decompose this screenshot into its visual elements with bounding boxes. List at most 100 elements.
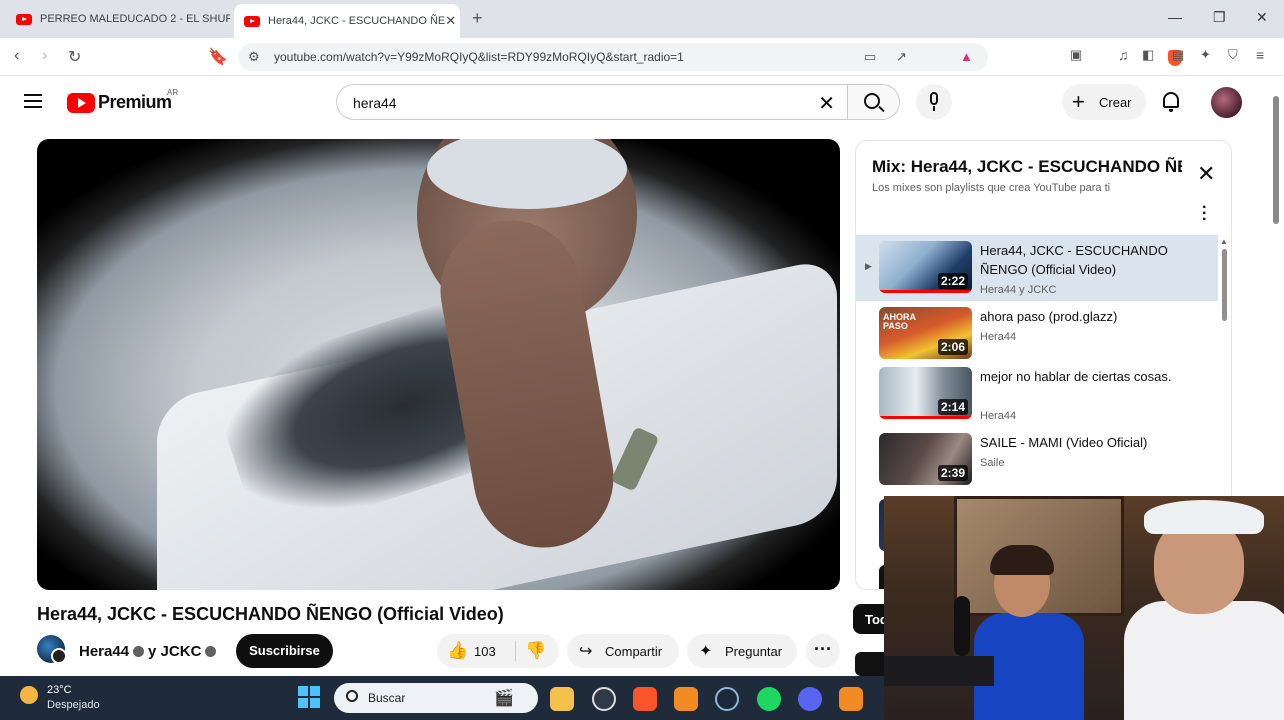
back-icon[interactable]: ‹ (14, 47, 19, 65)
notifications-bell-icon[interactable] (1163, 92, 1179, 112)
youtube-brand[interactable]: Premium (98, 92, 172, 113)
more-actions-icon[interactable]: ··· (806, 634, 840, 668)
playlist-item[interactable]: 2:14 mejor no hablar de ciertas cosas. H… (856, 361, 1218, 427)
share-arrow-icon: ↪ (579, 643, 593, 660)
weather-moon-icon[interactable] (20, 686, 38, 704)
brave-browser-icon[interactable] (633, 687, 657, 711)
country-code: AR (167, 88, 179, 97)
leo-ai-icon[interactable]: ✦ (1200, 47, 1211, 63)
duration-badge: 2:14 (937, 399, 968, 415)
windows-start-icon[interactable] (298, 686, 320, 708)
account-avatar[interactable] (1211, 87, 1242, 118)
webcam-person-left-hair (990, 545, 1054, 575)
recommended-thumbnail[interactable] (855, 652, 885, 676)
duration-badge: 2:39 (937, 465, 968, 481)
ask-label: Preguntar (725, 644, 783, 659)
browser-tab-2-active[interactable]: Hera44, JCKC - ESCUCHANDO ÑE ✕ (234, 4, 460, 38)
now-playing-icon: ▶ (865, 261, 872, 271)
ask-button[interactable]: ✦ Preguntar (687, 634, 797, 668)
maximize-icon[interactable]: ❐ (1213, 9, 1226, 26)
windows-logo-pane (310, 698, 320, 708)
playlist-menu-icon[interactable]: · · · (1202, 200, 1207, 228)
close-tab-icon[interactable]: ✕ (445, 13, 456, 29)
verified-badge-icon (205, 646, 217, 657)
bookmark-icon[interactable]: 🔖 (208, 47, 228, 67)
wallet-icon[interactable]: ▤ (1172, 47, 1184, 63)
channel-name[interactable]: Hera44 y JCKC (79, 643, 220, 660)
split-view-icon[interactable]: ◧ (1142, 47, 1154, 63)
clock-app-icon[interactable] (592, 687, 616, 711)
voice-search-button[interactable] (916, 84, 952, 120)
site-settings-icon[interactable]: ⚙ (248, 49, 260, 65)
search-button[interactable] (847, 84, 900, 120)
playlist-thumbnail: 2:22 (879, 241, 972, 293)
dislike-icon[interactable]: 👎 (525, 641, 546, 661)
minimize-icon[interactable]: — (1168, 9, 1182, 25)
playlist-item-title: Hera44, JCKC - ESCUCHANDO ÑENGO (Officia… (980, 243, 1168, 277)
spotify-icon[interactable] (757, 687, 781, 711)
brave-rewards-icon[interactable]: ▲ (960, 49, 973, 64)
file-explorer-icon[interactable] (550, 687, 574, 711)
channel-avatar-secondary[interactable] (51, 648, 67, 664)
close-playlist-icon[interactable]: ✕ (1197, 161, 1215, 187)
channel-name-secondary[interactable]: y JCKC (148, 643, 201, 660)
channel-name-primary[interactable]: Hera44 (79, 643, 129, 660)
video-player[interactable] (37, 139, 840, 590)
youtube-logo-icon[interactable] (67, 93, 95, 113)
media-icon[interactable]: ♫ (1118, 47, 1129, 63)
microphone-stand (933, 106, 935, 111)
fl-studio-icon[interactable] (674, 687, 698, 711)
clear-search-icon[interactable]: ✕ (818, 91, 835, 116)
watch-progress-bar (879, 416, 972, 419)
like-count[interactable]: 103 (474, 644, 496, 659)
url-text: youtube.com/watch?v=Y99zMoRQIyQ&list=RDY… (274, 50, 684, 64)
taskbar-search[interactable]: Buscar 🎬 (334, 683, 538, 713)
playlist-thumbnail: 2:39 (879, 433, 972, 485)
like-divider (515, 641, 516, 661)
search-input[interactable]: hera44 ✕ (336, 84, 848, 120)
windows-logo-pane (298, 698, 308, 708)
create-button[interactable]: + Crear (1062, 84, 1146, 120)
windows-logo-pane (298, 686, 308, 696)
forward-icon[interactable]: › (42, 47, 47, 65)
scroll-up-icon[interactable]: ▲ (1220, 237, 1228, 246)
microphone-icon (930, 92, 938, 105)
browser-tab-1[interactable]: PERREO MALEDUCADO 2 - EL SHUR... (6, 4, 230, 34)
playlist-thumbnail: AHORA PASO 2:06 (879, 307, 972, 359)
playlist-item[interactable]: AHORA PASO 2:06 ahora paso (prod.glazz) … (856, 301, 1218, 367)
reload-icon[interactable]: ↻ (68, 47, 81, 67)
plus-icon: + (1072, 89, 1085, 114)
menu-icon[interactable]: ≡ (1256, 47, 1264, 63)
weather-description[interactable]: Despejado (47, 699, 100, 711)
playlist-thumbnail: 2:14 (879, 367, 972, 419)
new-tab-icon[interactable]: + (472, 8, 483, 29)
playlist-item-title: ahora paso (prod.glazz) (980, 309, 1118, 324)
playlist-item[interactable]: 2:39 SAILE - MAMI (Video Oficial) Saile (856, 427, 1218, 493)
cast-icon[interactable]: ▭ (864, 49, 876, 65)
like-icon[interactable]: 👍 (447, 641, 468, 661)
playlist-scrollbar[interactable] (1222, 249, 1227, 321)
webcam-person-right-cap (1144, 500, 1264, 534)
weather-temperature[interactable]: 23°C (47, 684, 72, 696)
address-bar[interactable]: ⚙ youtube.com/watch?v=Y99zMoRQIyQ&list=R… (238, 43, 1182, 71)
playlist-item-title: SAILE - MAMI (Video Oficial) (980, 435, 1148, 450)
steam-icon[interactable] (715, 687, 739, 711)
playlist-title[interactable]: Mix: Hera44, JCKC - ESCUCHANDO ÑENGO (Of… (872, 157, 1182, 177)
browser-tab-strip: PERREO MALEDUCADO 2 - EL SHUR... Hera44,… (0, 0, 1284, 38)
close-window-icon[interactable]: ✕ (1256, 9, 1268, 26)
fl-studio-2-icon[interactable] (839, 687, 863, 711)
share-label: Compartir (605, 644, 663, 659)
page-scrollbar[interactable] (1273, 96, 1279, 224)
youtube-masthead: Premium AR hera44 ✕ + Crear (0, 76, 1284, 130)
windows-logo-pane (310, 686, 320, 696)
like-dislike-bar: 👍 103 👎 (437, 634, 559, 668)
vpn-icon[interactable]: ⛉ (1228, 47, 1238, 63)
discord-icon[interactable] (798, 687, 822, 711)
sidebar-icon[interactable]: ▣ (1070, 47, 1082, 63)
hamburger-menu-icon[interactable] (24, 94, 42, 108)
share-icon[interactable]: ↗ (896, 49, 907, 65)
share-button[interactable]: ↪ Compartir (567, 634, 679, 668)
subscribe-button[interactable]: Suscribirse (236, 634, 333, 668)
playlist-item[interactable]: ▶ 2:22 Hera44, JCKC - ESCUCHANDO ÑENGO (… (856, 235, 1218, 301)
sparkle-icon: ✦ (699, 643, 713, 660)
